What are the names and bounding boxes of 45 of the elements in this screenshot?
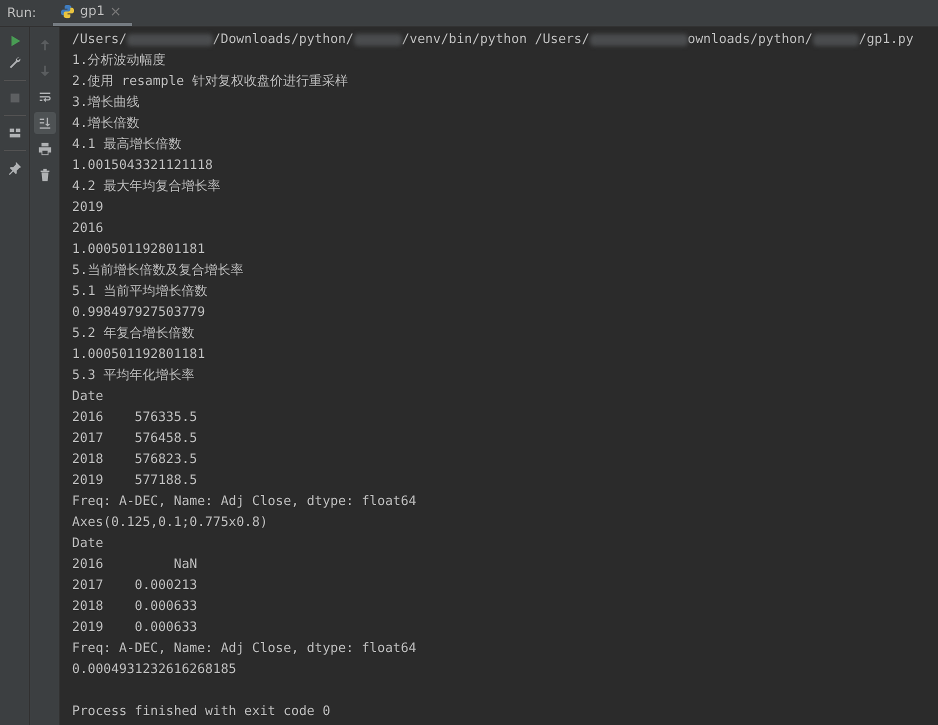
output-line: 2017 0.000213 xyxy=(72,577,198,595)
redaction-smudge xyxy=(812,34,859,46)
output-line: 5.当前增长倍数及复合增长率 xyxy=(72,262,244,280)
output-line: 4.1 最高增长倍数 xyxy=(72,136,182,154)
layout-icon[interactable] xyxy=(8,126,22,140)
output-line: 2016 NaN xyxy=(72,556,198,574)
output-line: 2.使用 resample 针对复权收盘价进行重采样 xyxy=(72,73,348,91)
exit-message: Process finished with exit code 0 xyxy=(72,703,330,721)
output-line: 5.1 当前平均增长倍数 xyxy=(72,283,208,301)
output-line: Freq: A-DEC, Name: Adj Close, dtype: float64 xyxy=(72,640,416,658)
run-tab[interactable]: gp1 × xyxy=(53,0,132,26)
scroll-to-end-icon[interactable] xyxy=(34,112,56,134)
output-line: 2018 0.000633 xyxy=(72,598,198,616)
output-line: 2016 xyxy=(72,220,104,238)
python-icon xyxy=(60,4,75,19)
output-line: 2019 0.000633 xyxy=(72,619,198,637)
output-line: 0.0004931232616268185 xyxy=(72,661,236,679)
output-line: 3.增长曲线 xyxy=(72,94,140,112)
wrench-icon[interactable] xyxy=(8,56,22,70)
output-line: Date xyxy=(72,388,104,406)
output-line: Axes(0.125,0.1;0.775x0.8) xyxy=(72,514,268,532)
output-line: 2016 576335.5 xyxy=(72,409,198,427)
command-path: /Downloads/python/ xyxy=(212,31,354,49)
output-line: 1.000501192801181 xyxy=(72,346,206,364)
run-label: Run: xyxy=(6,4,38,22)
output-line: 4.增长倍数 xyxy=(72,115,140,133)
pin-icon[interactable] xyxy=(8,161,22,175)
output-line: 4.2 最大年均复合增长率 xyxy=(72,178,220,196)
output-line: 2019 577188.5 xyxy=(72,472,198,490)
output-line: Freq: A-DEC, Name: Adj Close, dtype: float64 xyxy=(72,493,416,511)
output-line: 2017 576458.5 xyxy=(72,430,198,448)
output-line: 5.2 年复合增长倍数 xyxy=(72,325,194,343)
command-path: /Users/ xyxy=(72,31,127,49)
command-path: /venv/bin/python /Users/ xyxy=(402,31,590,49)
output-line: 2019 xyxy=(72,199,104,217)
output-line: 1.0015043321121118 xyxy=(72,157,213,175)
command-path: /gp1.py xyxy=(858,31,914,49)
output-line: 2018 576823.5 xyxy=(72,451,198,469)
output-line: 0.998497927503779 xyxy=(72,304,206,322)
command-path: ownloads/python/ xyxy=(688,31,813,49)
output-line: 1.000501192801181 xyxy=(72,241,206,259)
output-line: 5.3 平均年化增长率 xyxy=(72,367,194,385)
output-line: Date xyxy=(72,535,104,553)
redaction-smudge xyxy=(354,34,402,46)
output-line: 1.分析波动幅度 xyxy=(72,52,166,70)
